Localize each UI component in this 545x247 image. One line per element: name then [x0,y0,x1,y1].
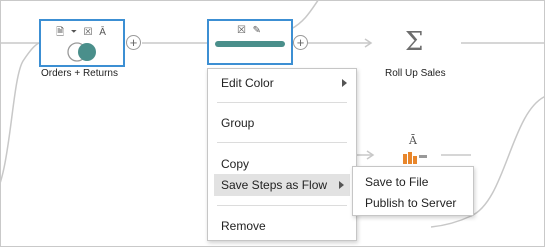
join-venn-icon [67,42,96,62]
submenu-item-save-to-file[interactable]: Save to File [353,171,473,193]
lower-step-bar-icon [403,152,427,164]
save-steps-submenu: Save to File Publish to Server [352,166,474,216]
clean-step-bar [215,41,285,47]
menu-item-label: Copy [221,157,250,171]
aggregate-sigma-icon[interactable]: Σ [405,29,423,55]
connector-left-curve [1,42,40,183]
menu-item-label: Remove [221,219,266,233]
connector-clean-up [290,1,319,30]
menu-item-save-steps-as-flow[interactable]: Save Steps as Flow [214,174,350,196]
submenu-item-label: Publish to Server [365,196,457,210]
context-menu: Edit Color Group Copy Save Steps as Flow… [207,68,357,241]
menu-separator [217,102,347,103]
menu-item-remove[interactable]: Remove [208,215,356,237]
submenu-arrow-icon [342,79,347,87]
join-node-orders-returns[interactable]: 🗎 ⏷ ☒ Ā [39,19,125,67]
submenu-arrow-icon [339,181,344,189]
clean-step-node-selected[interactable]: ☒ ✎ [207,19,293,65]
add-step-button[interactable]: + [126,35,141,50]
menu-item-edit-color[interactable]: Edit Color [208,72,356,94]
menu-separator [217,142,347,143]
lower-step-rename-icon[interactable]: Ā [409,134,417,147]
node-action-icons[interactable]: 🗎 ⏷ ☒ Ā [41,25,123,42]
aggregate-node-label: Roll Up Sales [385,68,446,79]
menu-item-label: Save Steps as Flow [221,178,328,192]
menu-item-label: Group [221,116,255,130]
selected-node-action-icons[interactable]: ☒ ✎ [209,25,291,36]
menu-item-label: Edit Color [221,76,274,90]
menu-separator [217,205,347,206]
menu-item-copy[interactable]: Copy [208,153,356,175]
menu-item-group[interactable]: Group [208,112,356,134]
submenu-item-label: Save to File [365,175,429,189]
add-step-button-selected[interactable]: + [293,35,308,50]
join-node-label: Orders + Returns [41,68,118,79]
flow-canvas[interactable]: 🗎 ⏷ ☒ Ā Orders + Returns + ☒ ✎ + Σ Roll … [0,0,545,247]
submenu-item-publish-to-server[interactable]: Publish to Server [353,192,473,214]
